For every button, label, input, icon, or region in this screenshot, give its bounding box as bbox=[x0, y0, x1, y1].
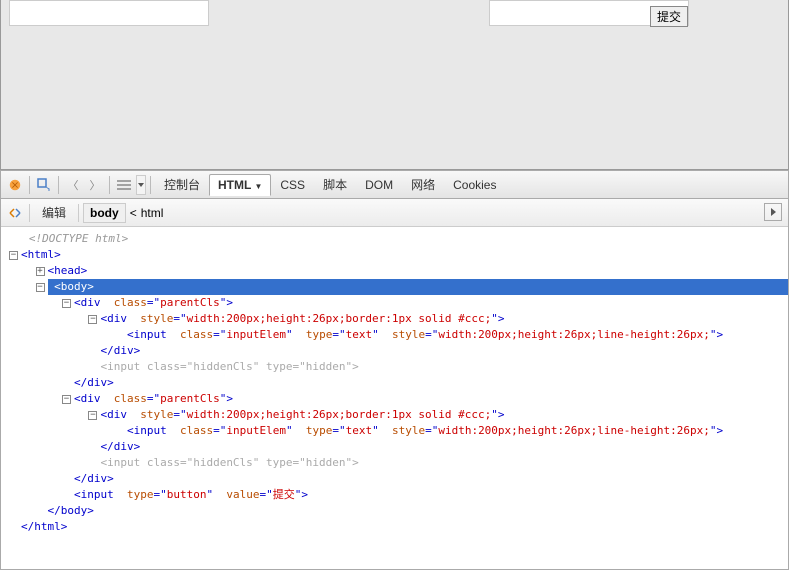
collapse-icon[interactable]: − bbox=[36, 283, 45, 292]
tree-node[interactable]: <input class="hiddenCls" type="hidden"> bbox=[7, 359, 788, 375]
tree-node[interactable]: </body> bbox=[7, 503, 788, 519]
firebug-icon[interactable] bbox=[5, 175, 25, 195]
tree-node[interactable]: </div> bbox=[7, 471, 788, 487]
tree-node[interactable]: +<head> bbox=[7, 263, 788, 279]
collapse-icon[interactable]: − bbox=[62, 299, 71, 308]
collapse-icon[interactable]: − bbox=[88, 411, 97, 420]
submit-button[interactable]: 提交 bbox=[650, 6, 688, 27]
back-arrow-icon[interactable]: 〈 bbox=[63, 175, 83, 195]
side-panel-toggle[interactable] bbox=[764, 203, 782, 221]
tree-doctype[interactable]: <!DOCTYPE html> bbox=[7, 231, 788, 247]
tree-node[interactable]: − <body> bbox=[7, 279, 788, 295]
tab-控制台[interactable]: 控制台 bbox=[155, 172, 209, 197]
tab-css[interactable]: CSS bbox=[271, 174, 314, 196]
breadcrumb-sep: < bbox=[130, 206, 137, 220]
text-input-1[interactable] bbox=[9, 0, 209, 26]
tree-node[interactable]: −<div style="width:200px;height:26px;bor… bbox=[7, 407, 788, 423]
separator bbox=[29, 176, 30, 194]
separator bbox=[150, 176, 151, 194]
separator bbox=[58, 176, 59, 194]
breadcrumb-html[interactable]: html bbox=[141, 206, 164, 220]
tree-node[interactable]: <input class="inputElem" type="text" sty… bbox=[7, 423, 788, 439]
devtools-toolbar: 〈 〉 控制台HTML ▼CSS脚本DOM网络Cookies bbox=[1, 171, 788, 199]
tree-node[interactable]: <input class="inputElem" type="text" sty… bbox=[7, 327, 788, 343]
collapse-icon[interactable]: − bbox=[88, 315, 97, 324]
breadcrumb: body < html bbox=[83, 203, 163, 223]
menu-lines-icon[interactable] bbox=[114, 175, 134, 195]
menu-dropdown[interactable] bbox=[136, 175, 146, 195]
tree-node[interactable]: </div> bbox=[7, 439, 788, 455]
tab-脚本[interactable]: 脚本 bbox=[314, 172, 356, 197]
dom-tree[interactable]: <!DOCTYPE html>−<html> +<head> − <body> … bbox=[1, 227, 788, 569]
tree-node[interactable]: </div> bbox=[7, 343, 788, 359]
tree-node[interactable]: −<html> bbox=[7, 247, 788, 263]
expand-icon[interactable]: + bbox=[36, 267, 45, 276]
tree-node[interactable]: </div> bbox=[7, 375, 788, 391]
tree-node[interactable]: <input class="hiddenCls" type="hidden"> bbox=[7, 455, 788, 471]
tab-html[interactable]: HTML ▼ bbox=[209, 174, 271, 196]
tree-node[interactable]: </html> bbox=[7, 519, 788, 535]
devtools-panel: 〈 〉 控制台HTML ▼CSS脚本DOM网络Cookies 编辑 body <… bbox=[0, 170, 789, 570]
separator bbox=[29, 204, 30, 222]
breadcrumb-body[interactable]: body bbox=[83, 203, 126, 223]
collapse-icon[interactable]: − bbox=[9, 251, 18, 260]
inspect-icon[interactable] bbox=[34, 175, 54, 195]
panel-tabs: 控制台HTML ▼CSS脚本DOM网络Cookies bbox=[155, 172, 505, 197]
tab-网络[interactable]: 网络 bbox=[402, 172, 444, 197]
forward-arrow-icon[interactable]: 〉 bbox=[85, 175, 105, 195]
arrows-icon[interactable] bbox=[5, 203, 25, 223]
edit-button[interactable]: 编辑 bbox=[34, 202, 74, 223]
page-preview-area: 提交 bbox=[0, 0, 789, 170]
tab-cookies[interactable]: Cookies bbox=[444, 174, 505, 196]
tab-dom[interactable]: DOM bbox=[356, 174, 402, 196]
tree-node[interactable]: −<div style="width:200px;height:26px;bor… bbox=[7, 311, 788, 327]
tree-node[interactable]: <input type="button" value="提交"> bbox=[7, 487, 788, 503]
tree-node[interactable]: −<div class="parentCls"> bbox=[7, 391, 788, 407]
separator bbox=[109, 176, 110, 194]
html-subtoolbar: 编辑 body < html bbox=[1, 199, 788, 227]
tree-node[interactable]: −<div class="parentCls"> bbox=[7, 295, 788, 311]
separator bbox=[78, 204, 79, 222]
collapse-icon[interactable]: − bbox=[62, 395, 71, 404]
